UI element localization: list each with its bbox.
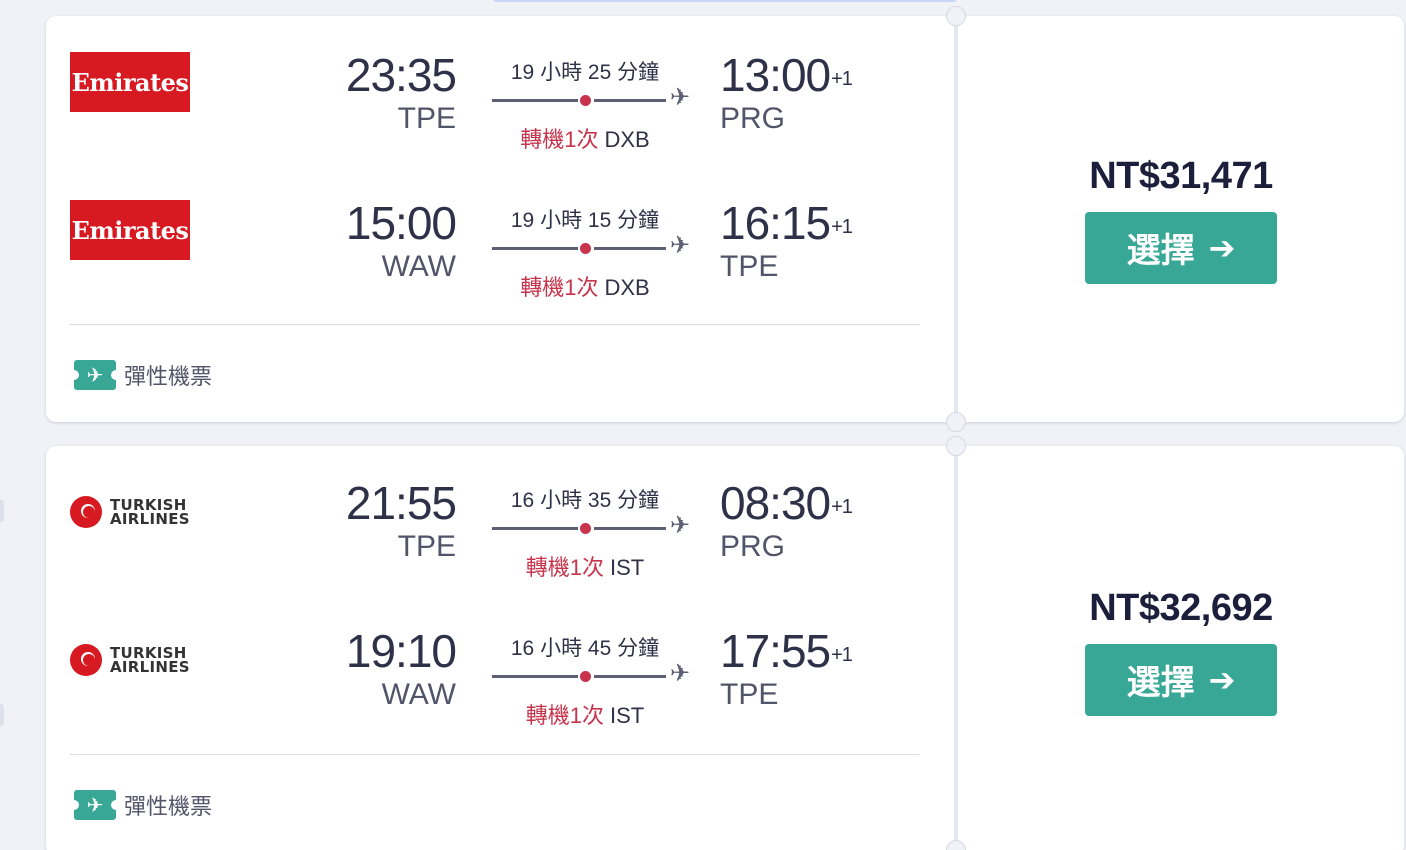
edge-scroll-mark: [0, 704, 4, 726]
airline-logo-emirates: Emirates: [70, 52, 190, 112]
arrival-airport: TPE: [720, 250, 779, 283]
stop-airport: IST: [610, 555, 645, 580]
select-button[interactable]: 選擇 ➔: [1085, 211, 1277, 284]
departure-time: 19:10: [345, 625, 457, 677]
airline-name: Emirates: [71, 67, 189, 97]
flex-ticket-label: 彈性機票: [124, 364, 213, 389]
flex-ticket-label: 彈性機票: [124, 794, 213, 819]
departure-time: 21:55: [345, 477, 457, 529]
flight-duration: 19 小時 25 分鐘: [510, 61, 660, 84]
stop-airport: DXB: [604, 275, 650, 300]
flight-leg-outbound: Emirates 23:35 TPE 19 小時 25 分鐘 ✈ 轉機1次 DXB…: [46, 16, 954, 152]
airplane-icon: ✈: [670, 660, 691, 687]
price-panel: NT$32,692 選擇 ➔: [958, 446, 1404, 850]
airplane-icon: ✈: [670, 84, 691, 111]
ticket-notch: [946, 436, 966, 456]
stop-airport: DXB: [604, 127, 650, 152]
stops-info: 轉機1次 IST: [492, 550, 678, 582]
price: NT$31,471: [1089, 154, 1273, 197]
airline-name-line2: AIRLINES: [110, 658, 190, 676]
airline-logo-turkish: TURKISH AIRLINES: [70, 494, 200, 530]
day-offset: +1: [831, 496, 853, 518]
airline-name-line2: AIRLINES: [110, 510, 190, 528]
flight-result-card[interactable]: Emirates 23:35 TPE 19 小時 25 分鐘 ✈ 轉機1次 DXB…: [46, 16, 1404, 422]
stops-info: 轉機1次 IST: [492, 698, 678, 730]
itinerary-panel: Emirates 23:35 TPE 19 小時 25 分鐘 ✈ 轉機1次 DXB…: [46, 16, 954, 422]
arrow-right-icon: ➔: [1208, 228, 1236, 267]
route-line: ✈: [492, 514, 690, 538]
route-line: ✈: [492, 662, 690, 686]
airline-name: Emirates: [71, 215, 189, 245]
route-summary: 19 小時 15 分鐘 ✈ 轉機1次 DXB: [492, 204, 690, 302]
arrival-airport: PRG: [720, 102, 786, 135]
divider: [70, 324, 920, 325]
price-panel: NT$31,471 選擇 ➔: [958, 16, 1404, 422]
stop-dot: [580, 523, 591, 534]
route-summary: 16 小時 35 分鐘 ✈ 轉機1次 IST: [492, 484, 690, 582]
ticket-notch: [946, 412, 966, 432]
flex-ticket-tag: ✈ 彈性機票: [69, 359, 213, 391]
stop-dot: [580, 95, 591, 106]
route-line: ✈: [492, 234, 690, 258]
departure-airport: TPE: [397, 530, 456, 563]
select-button[interactable]: 選擇 ➔: [1085, 643, 1277, 716]
day-offset: +1: [831, 216, 853, 238]
turkish-airlines-icon: [70, 496, 102, 528]
departure-time: 23:35: [345, 49, 457, 101]
airline-logo-emirates: Emirates: [70, 200, 190, 260]
arrival-time: 08:30: [720, 477, 831, 529]
flight-result-card[interactable]: TURKISH AIRLINES 21:55 TPE 16 小時 35 分鐘 ✈ …: [46, 446, 1404, 850]
turkish-airlines-icon: [70, 644, 102, 676]
stop-airport: IST: [610, 703, 645, 728]
departure-time: 15:00: [345, 197, 457, 249]
day-offset: +1: [831, 644, 853, 666]
arrival-time: 17:55: [720, 625, 831, 677]
airplane-icon: ✈: [670, 232, 691, 259]
route-summary: 16 小時 45 分鐘 ✈ 轉機1次 IST: [492, 632, 690, 730]
flight-leg-outbound: TURKISH AIRLINES 21:55 TPE 16 小時 35 分鐘 ✈ …: [46, 446, 954, 580]
departure-airport: TPE: [397, 102, 456, 135]
stops-info: 轉機1次 DXB: [492, 270, 678, 302]
stops-count: 轉機1次: [525, 703, 604, 728]
stop-dot: [580, 243, 591, 254]
price: NT$32,692: [1089, 586, 1273, 629]
airplane-icon: ✈: [670, 512, 691, 539]
top-tab-indicator: [494, 0, 956, 2]
stop-dot: [580, 671, 591, 682]
plane-ticket-icon: ✈: [69, 360, 121, 390]
stops-count: 轉機1次: [520, 127, 599, 152]
flight-leg-return: Emirates 15:00 WAW 19 小時 15 分鐘 ✈ 轉機1次 DXB…: [46, 164, 954, 300]
arrival-airport: PRG: [720, 530, 786, 563]
ticket-notch: [946, 6, 966, 26]
itinerary-panel: TURKISH AIRLINES 21:55 TPE 16 小時 35 分鐘 ✈ …: [46, 446, 954, 850]
flight-duration: 16 小時 45 分鐘: [510, 637, 660, 660]
departure-airport: WAW: [381, 678, 456, 711]
select-label: 選擇: [1126, 663, 1195, 703]
stops-info: 轉機1次 DXB: [492, 122, 678, 154]
arrival-time: 13:00: [720, 49, 831, 101]
departure-airport: WAW: [381, 250, 456, 283]
select-label: 選擇: [1126, 231, 1195, 271]
arrival-time: 16:15: [720, 197, 831, 249]
plane-ticket-icon: ✈: [69, 790, 121, 820]
airline-logo-turkish: TURKISH AIRLINES: [70, 642, 200, 678]
edge-scroll-mark: [0, 500, 4, 522]
flight-duration: 19 小時 15 分鐘: [510, 209, 660, 232]
arrow-right-icon: ➔: [1208, 660, 1236, 699]
flight-leg-return: TURKISH AIRLINES 19:10 WAW 16 小時 45 分鐘 ✈ …: [46, 594, 954, 728]
flight-duration: 16 小時 35 分鐘: [510, 489, 660, 512]
stops-count: 轉機1次: [525, 555, 604, 580]
flex-ticket-tag: ✈ 彈性機票: [69, 789, 213, 821]
stops-count: 轉機1次: [520, 275, 599, 300]
route-line: ✈: [492, 86, 690, 110]
day-offset: +1: [831, 68, 853, 90]
divider: [70, 754, 920, 755]
route-summary: 19 小時 25 分鐘 ✈ 轉機1次 DXB: [492, 56, 690, 154]
arrival-airport: TPE: [720, 678, 779, 711]
